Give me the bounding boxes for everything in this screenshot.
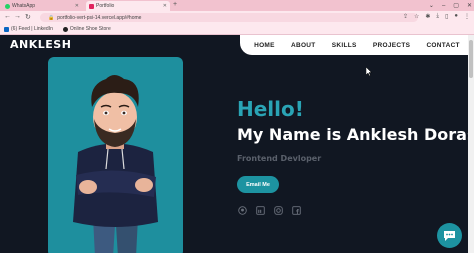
- linkedin-icon[interactable]: [255, 205, 265, 215]
- menu-icon[interactable]: ⋮: [464, 13, 470, 20]
- github-icon: [62, 26, 68, 32]
- nav-skills[interactable]: SKILLS: [332, 42, 357, 49]
- download-icon[interactable]: ⤓: [436, 13, 439, 20]
- url-text: portfolio-vert-psi-14.vercel.app/#home: [57, 14, 142, 21]
- portfolio-icon: [89, 3, 94, 9]
- bookmarks-bar: (6) Feed | LinkedIn Online Shoe Store: [0, 24, 474, 35]
- nav-projects[interactable]: PROJECTS: [373, 42, 410, 49]
- maximize-button[interactable]: ▢: [453, 2, 459, 9]
- forward-icon[interactable]: →: [14, 13, 21, 20]
- star-icon[interactable]: ☆: [414, 13, 419, 20]
- whatsapp-icon: [5, 3, 10, 9]
- lock-icon: 🔒: [48, 14, 55, 21]
- bookmark-label: (6) Feed | LinkedIn: [11, 26, 53, 32]
- share-icon[interactable]: ⇪: [403, 13, 408, 20]
- chat-icon: [444, 230, 455, 241]
- social-links: [237, 205, 301, 215]
- avatar-card: [48, 57, 183, 253]
- close-window-button[interactable]: ✕: [467, 2, 472, 9]
- tab-title: WhatsApp: [12, 3, 36, 9]
- site-logo[interactable]: ANKLESH: [10, 38, 71, 51]
- nav-about[interactable]: ABOUT: [291, 42, 316, 49]
- extensions-icon[interactable]: ✱: [425, 13, 430, 20]
- toolbar-icons: ⇪ ☆ ✱ ⤓ ▯ ● ⋮: [403, 13, 470, 20]
- email-me-button[interactable]: Email Me: [237, 176, 279, 193]
- hero-role: Frontend Devloper: [237, 154, 322, 163]
- instagram-icon[interactable]: [273, 205, 283, 215]
- bookmark-label: Online Shoe Store: [69, 26, 111, 32]
- reload-icon[interactable]: ↻: [25, 13, 31, 21]
- facebook-icon[interactable]: [291, 205, 301, 215]
- tab-whatsapp[interactable]: WhatsApp ✕: [2, 1, 82, 11]
- linkedin-icon: [4, 26, 9, 32]
- url-input[interactable]: 🔒 portfolio-vert-psi-14.vercel.app/#home: [40, 13, 418, 22]
- chat-button[interactable]: [437, 223, 462, 248]
- close-icon[interactable]: ✕: [75, 3, 79, 9]
- window-controls: ⌄ – ▢ ✕: [429, 0, 472, 11]
- hero-name: My Name is Anklesh Doras: [237, 125, 468, 144]
- bookmark-shoe-store[interactable]: Online Shoe Store: [62, 26, 111, 32]
- back-icon[interactable]: ←: [4, 13, 11, 20]
- chevron-down-icon[interactable]: ⌄: [429, 2, 434, 9]
- nav-home[interactable]: HOME: [254, 42, 275, 49]
- portfolio-page: ANKLESH HOME ABOUT SKILLS PROJECTS CONTA…: [0, 35, 468, 253]
- nav-contact[interactable]: CONTACT: [426, 42, 459, 49]
- site-nav: HOME ABOUT SKILLS PROJECTS CONTACT: [240, 35, 468, 55]
- bookmark-linkedin[interactable]: (6) Feed | LinkedIn: [4, 26, 53, 32]
- tab-portfolio[interactable]: Portfolio ✕: [86, 1, 170, 11]
- address-bar-row: ← → ↻ 🔒 portfolio-vert-psi-14.vercel.app…: [0, 11, 474, 24]
- avatar: [73, 75, 158, 253]
- browser-tab-bar: WhatsApp ✕ Portfolio ✕ + ⌄ – ▢ ✕: [0, 0, 474, 11]
- new-tab-button[interactable]: +: [173, 1, 177, 8]
- close-icon[interactable]: ✕: [163, 3, 167, 9]
- mouse-cursor: [366, 67, 372, 76]
- hero-greeting: Hello!: [237, 97, 304, 121]
- tab-title: Portfolio: [96, 3, 115, 9]
- profile-icon[interactable]: ●: [454, 13, 458, 20]
- sidebar-icon[interactable]: ▯: [445, 13, 448, 20]
- github-icon[interactable]: [237, 205, 247, 215]
- scrollbar-thumb[interactable]: [469, 40, 473, 78]
- minimize-button[interactable]: –: [442, 3, 445, 9]
